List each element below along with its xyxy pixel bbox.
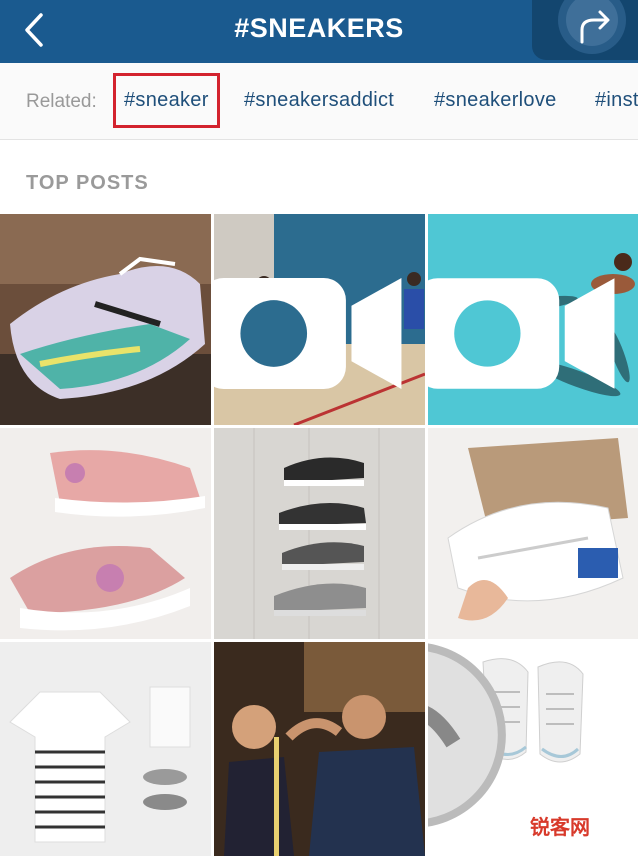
video-camera-icon — [428, 278, 615, 389]
watermark-logo-icon — [428, 643, 506, 827]
related-tag-sneakersaddict[interactable]: #sneakersaddict — [244, 89, 394, 112]
post-thumbnail[interactable] — [428, 214, 638, 425]
flat-lay-photo — [0, 642, 211, 856]
video-camera-icon — [214, 277, 402, 390]
post-thumbnail[interactable] — [214, 214, 425, 425]
related-tag-inst[interactable]: #inst — [595, 89, 638, 112]
watermark-text: 锐客网 — [530, 817, 590, 839]
post-thumbnail[interactable] — [0, 642, 211, 856]
post-thumbnail[interactable] — [214, 642, 425, 856]
share-arrow-icon — [558, 0, 626, 54]
tailor-photo — [214, 642, 425, 856]
pink-shoes-photo — [0, 428, 211, 639]
related-label: Related: — [26, 91, 97, 112]
posts-grid: 锐客网 — [0, 214, 638, 856]
related-tags-bar: Related: #sneaker #sneakersaddict #sneak… — [0, 63, 638, 140]
header-bar: #SNEAKERS — [0, 0, 638, 63]
related-tag-sneaker[interactable]: #sneaker — [113, 73, 220, 128]
post-thumbnail[interactable] — [0, 428, 211, 639]
post-thumbnail[interactable] — [428, 428, 638, 639]
sneaker-photo — [0, 214, 211, 425]
share-button[interactable] — [532, 0, 638, 60]
stacked-sneakers-photo — [214, 428, 425, 639]
section-title: TOP POSTS — [26, 172, 149, 194]
post-thumbnail[interactable] — [0, 214, 211, 425]
white-sneakers-photo — [428, 428, 638, 639]
related-tag-sneakerlove[interactable]: #sneakerlove — [434, 89, 557, 112]
post-thumbnail[interactable]: 锐客网 — [428, 642, 638, 856]
post-thumbnail[interactable] — [214, 428, 425, 639]
